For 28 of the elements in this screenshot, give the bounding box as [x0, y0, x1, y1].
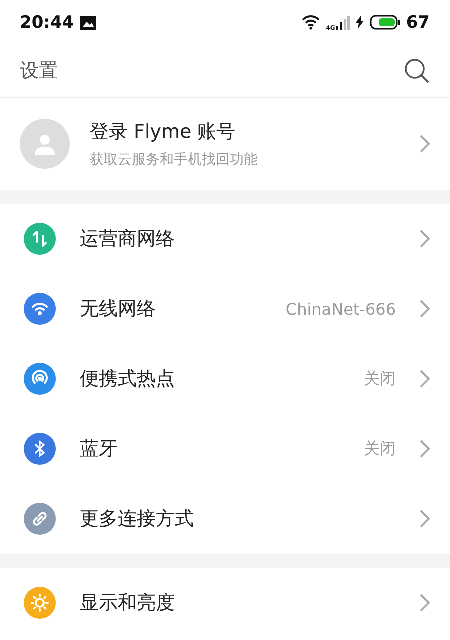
- search-icon[interactable]: [404, 58, 430, 84]
- chevron-icon: [420, 300, 430, 318]
- person-icon: [34, 133, 56, 155]
- setting-label[interactable]: 便携式热点: [80, 366, 340, 392]
- charging-icon: [356, 16, 364, 29]
- chevron-icon: [420, 230, 430, 248]
- status-time: 20:44: [20, 12, 74, 32]
- account-title[interactable]: 登录 Flyme 账号: [90, 119, 400, 145]
- chevron-icon: [420, 594, 430, 612]
- battery-percent: 67: [406, 12, 430, 32]
- chevron-icon: [420, 135, 430, 153]
- setting-value: 关闭: [364, 368, 396, 390]
- setting-label[interactable]: 更多连接方式: [80, 506, 396, 532]
- wifi-icon: [302, 15, 320, 30]
- setting-label[interactable]: 无线网络: [80, 296, 262, 322]
- setting-value: 关闭: [364, 438, 396, 460]
- chevron-icon: [420, 440, 430, 458]
- account-subtitle: 获取云服务和手机找回功能: [90, 151, 259, 169]
- page-title: 设置: [20, 59, 58, 84]
- battery-icon: [370, 15, 400, 30]
- signal-icon: [336, 16, 350, 30]
- setting-label[interactable]: 显示和亮度: [80, 590, 396, 616]
- chevron-icon: [420, 510, 430, 528]
- setting-label[interactable]: 运营商网络: [80, 226, 396, 252]
- setting-value: ChinaNet-666: [286, 300, 396, 318]
- chevron-icon: [420, 370, 430, 388]
- setting-label[interactable]: 蓝牙: [80, 436, 340, 462]
- picture-icon: [80, 16, 96, 30]
